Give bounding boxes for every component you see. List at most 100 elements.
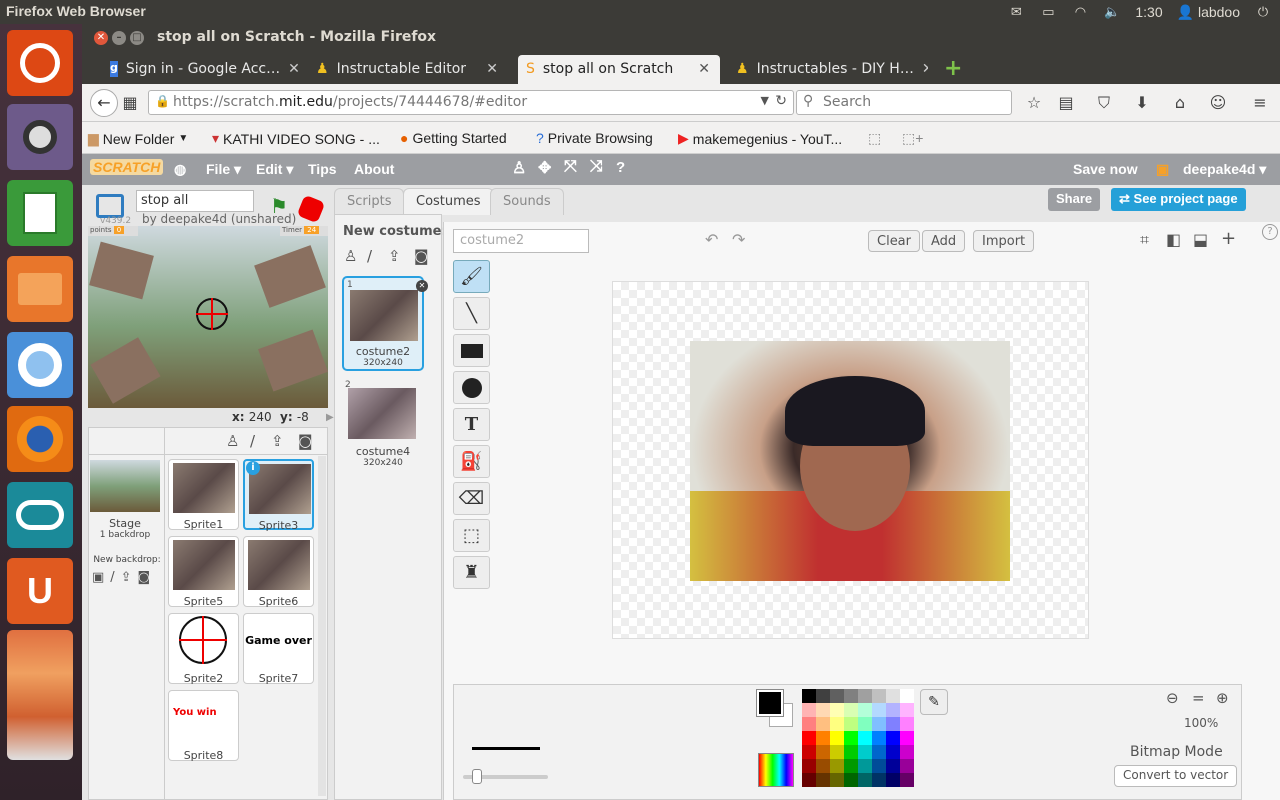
ubuntu-dash-icon[interactable] <box>7 30 73 96</box>
sprite-tile[interactable]: Sprite5 <box>168 536 239 608</box>
color-swatch[interactable] <box>802 731 816 745</box>
color-swatch[interactable] <box>830 759 844 773</box>
delete-costume-icon[interactable]: ✕ <box>416 280 428 292</box>
color-swatch[interactable] <box>886 745 900 759</box>
color-swatch[interactable] <box>858 689 872 703</box>
bookmark-kathi-video[interactable]: ▾ KATHI VIDEO SONG - ... <box>212 130 380 147</box>
color-swatch[interactable] <box>886 731 900 745</box>
eyedropper-icon[interactable]: ✎ <box>920 689 948 715</box>
files-icon[interactable] <box>7 256 73 322</box>
close-tab-icon[interactable]: ✕ <box>486 61 498 84</box>
brush-size-handle[interactable] <box>472 769 482 784</box>
volume-icon[interactable]: 🔈 <box>1103 5 1121 19</box>
bookmark-makemegenius[interactable]: ▶ makemegenius - YouT... <box>678 130 842 147</box>
chat-icon[interactable]: ☺ <box>1208 93 1228 113</box>
url-dropdown-icon[interactable]: ▼ <box>761 94 769 107</box>
stage-sprite-photo[interactable] <box>254 245 326 308</box>
close-tab-icon[interactable]: ✕ <box>922 61 928 84</box>
back-button[interactable]: ← <box>90 89 118 117</box>
power-icon[interactable]: ⏻ <box>1254 5 1272 19</box>
color-swatch[interactable] <box>900 759 914 773</box>
color-swatch[interactable] <box>886 689 900 703</box>
color-swatch[interactable] <box>816 773 830 787</box>
color-swatch[interactable] <box>900 717 914 731</box>
bookmark-getting-started[interactable]: ● Getting Started <box>400 130 507 146</box>
chromium-icon[interactable] <box>7 332 73 398</box>
reload-icon[interactable]: ↻ <box>775 93 787 109</box>
cheese-webcam-icon[interactable] <box>7 104 73 170</box>
tab-costumes[interactable]: Costumes <box>403 188 494 215</box>
color-swatch[interactable] <box>830 745 844 759</box>
convert-to-vector-button[interactable]: Convert to vector <box>1114 765 1238 787</box>
stage[interactable]: points 0 Timer 24 <box>88 226 328 408</box>
stage-sprite-photo[interactable] <box>89 241 154 300</box>
color-swatch[interactable] <box>886 759 900 773</box>
stage-thumbnail[interactable] <box>90 460 160 512</box>
color-swatch[interactable] <box>844 773 858 787</box>
ellipse-tool-icon[interactable] <box>453 371 490 404</box>
color-swatch[interactable] <box>886 703 900 717</box>
color-swatch[interactable] <box>844 731 858 745</box>
project-title-input[interactable]: stop all <box>136 190 254 212</box>
paint-costume-icon[interactable]: / <box>367 247 372 265</box>
undo-icon[interactable]: ↶ <box>705 230 718 249</box>
camera-sprite-icon[interactable]: ◙ <box>298 432 313 450</box>
mail-icon[interactable]: ✉ <box>1007 5 1025 19</box>
color-swatch[interactable] <box>830 703 844 717</box>
bookmark-new-folder[interactable]: ▆ New Folder ▼ <box>88 130 188 147</box>
edit-menu[interactable]: Edit ▾ <box>256 161 293 178</box>
color-swatch[interactable] <box>872 689 886 703</box>
bookmark-star-icon[interactable]: ☆ <box>1024 93 1044 113</box>
launcher-stacked-apps[interactable] <box>7 630 73 760</box>
color-swatch[interactable] <box>872 731 886 745</box>
color-swatch[interactable] <box>872 745 886 759</box>
bookmark-private-browsing[interactable]: ? Private Browsing <box>536 130 653 146</box>
color-swatch[interactable] <box>858 773 872 787</box>
maximize-window-button[interactable]: □ <box>130 31 144 45</box>
clear-button[interactable]: Clear <box>868 230 920 252</box>
bookmark-empty-icon[interactable]: ⬚ <box>868 130 881 147</box>
wifi-icon[interactable]: ◠ <box>1071 5 1089 19</box>
color-swatch[interactable] <box>816 689 830 703</box>
scratch-logo[interactable]: SCRATCH <box>90 159 164 175</box>
color-swatch[interactable] <box>844 717 858 731</box>
tab-scripts[interactable]: Scripts <box>334 188 405 215</box>
new-tab-icon[interactable]: + <box>944 56 962 81</box>
color-swatch[interactable] <box>830 689 844 703</box>
color-swatch[interactable] <box>816 745 830 759</box>
close-tab-icon[interactable]: ✕ <box>288 61 300 84</box>
eraser-tool-icon[interactable]: ⌫ <box>453 482 490 515</box>
reading-list-icon[interactable]: ▤ <box>1056 93 1076 113</box>
color-swatch[interactable] <box>802 773 816 787</box>
stage-sprite-photo[interactable] <box>90 337 161 404</box>
color-swatch[interactable] <box>858 731 872 745</box>
color-swatch[interactable] <box>872 717 886 731</box>
color-swatch[interactable] <box>900 703 914 717</box>
cut-tool-icon[interactable]: ✥ <box>538 158 551 178</box>
color-picker-gradient[interactable] <box>758 753 794 787</box>
paint-new-sprite-icon[interactable]: / <box>250 432 255 450</box>
color-swatch[interactable] <box>844 703 858 717</box>
color-swatch[interactable] <box>858 703 872 717</box>
color-swatch[interactable] <box>802 759 816 773</box>
firefox-icon[interactable] <box>7 406 73 472</box>
zoom-reset-icon[interactable]: = <box>1192 689 1205 707</box>
color-swatch[interactable] <box>816 731 830 745</box>
color-swatch[interactable] <box>844 689 858 703</box>
see-project-page-button[interactable]: ⇄ See project page <box>1111 188 1246 211</box>
color-swatch[interactable] <box>802 703 816 717</box>
color-swatch[interactable] <box>802 717 816 731</box>
tab-google-signin[interactable]: g Sign in - Google Acc… ✕ <box>102 55 302 84</box>
about-menu[interactable]: About <box>354 161 394 177</box>
import-button[interactable]: Import <box>973 230 1035 252</box>
costume-photo[interactable] <box>690 341 1010 581</box>
paint-help-icon[interactable]: ? <box>1262 224 1278 240</box>
color-swatch[interactable] <box>900 731 914 745</box>
home-icon[interactable]: ⌂ <box>1170 93 1190 113</box>
sprite-from-library-icon[interactable]: ♙ <box>226 432 239 450</box>
close-tab-icon[interactable]: ✕ <box>698 61 710 84</box>
ubuntu-software-icon[interactable]: U <box>7 558 73 624</box>
minimize-window-button[interactable]: – <box>112 31 126 45</box>
clock[interactable]: 1:30 <box>1135 4 1162 20</box>
fill-tool-icon[interactable]: ⛽ <box>453 445 490 478</box>
